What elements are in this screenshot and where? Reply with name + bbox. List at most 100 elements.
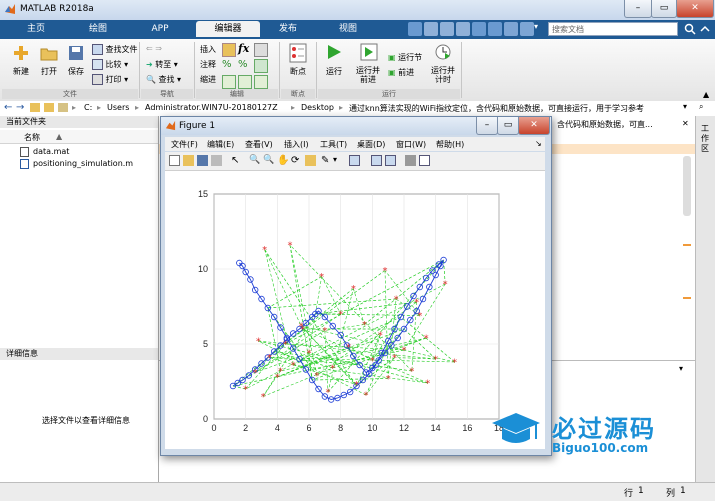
figure-title-bar[interactable]: Figure 1 – ▭ ✕ xyxy=(161,117,551,135)
insert-dropdown-icon[interactable] xyxy=(254,43,268,57)
find-files-button[interactable]: 查找文件 xyxy=(92,44,138,55)
expand-icon[interactable] xyxy=(699,23,711,35)
command-window-menu-icon[interactable]: ▾ xyxy=(679,364,683,373)
undo-quick-icon[interactable] xyxy=(472,22,486,36)
editor-scrollbar[interactable] xyxy=(683,156,691,216)
menu-file[interactable]: 文件(F) xyxy=(171,139,198,150)
run-button[interactable]: 运行 xyxy=(316,66,352,77)
rotate-3d-icon[interactable]: ⟳ xyxy=(291,155,302,166)
editor-tab-title[interactable]: ，含代码和原始数据，可直... xyxy=(549,119,653,130)
zoom-out-icon[interactable]: 🔍 xyxy=(263,155,274,166)
compare-button[interactable]: 比较 ▾ xyxy=(92,59,128,70)
insert-function-icon[interactable]: fx xyxy=(238,42,249,55)
file-item[interactable]: data.mat xyxy=(33,147,69,156)
comment-button[interactable]: 注释 xyxy=(200,59,216,70)
insert-button[interactable]: 插入 xyxy=(200,44,216,55)
advance-button[interactable]: ▣ 前进 xyxy=(388,67,414,78)
folder-up-icon[interactable] xyxy=(30,103,40,112)
figure-minimize-button[interactable]: – xyxy=(476,117,498,135)
path-segment-drive[interactable]: C: xyxy=(84,103,92,112)
forward-icon[interactable]: → xyxy=(16,102,24,113)
decrease-indent-icon[interactable] xyxy=(254,75,268,89)
help-quick-icon[interactable] xyxy=(520,22,534,36)
tab-plots[interactable]: 绘图 xyxy=(76,21,120,37)
increase-indent-icon[interactable] xyxy=(238,75,252,89)
print-button[interactable]: 打印 ▾ xyxy=(92,74,128,85)
insert-section-icon[interactable] xyxy=(222,43,236,57)
comment-percent-icon[interactable]: % xyxy=(222,59,232,70)
menu-insert[interactable]: 插入(I) xyxy=(284,139,309,150)
redo-quick-icon[interactable] xyxy=(488,22,502,36)
back-forward-icons[interactable]: ⇐ ⇒ xyxy=(146,44,162,53)
search-input[interactable]: 搜索文档 xyxy=(548,22,678,36)
search-icon[interactable] xyxy=(684,23,696,35)
zoom-in-icon[interactable]: 🔍 xyxy=(249,155,260,166)
copy-quick-icon[interactable] xyxy=(440,22,454,36)
pan-hand-icon[interactable]: ✋ xyxy=(277,155,289,166)
customize-dropdown-icon[interactable]: ▾ xyxy=(534,22,544,36)
goto-button[interactable]: ➜ 转至 ▾ xyxy=(146,59,178,70)
wrap-comment-icon[interactable] xyxy=(254,59,268,73)
open-file-icon[interactable] xyxy=(183,155,194,166)
hide-plot-tools-icon[interactable] xyxy=(405,155,416,166)
tab-home[interactable]: 主页 xyxy=(14,21,58,37)
data-cursor-icon[interactable] xyxy=(305,155,316,166)
legend-icon[interactable] xyxy=(385,155,396,166)
breakpoints-button[interactable]: 断点 xyxy=(280,66,316,77)
show-plot-tools-icon[interactable] xyxy=(419,155,430,166)
paste-quick-icon[interactable] xyxy=(456,22,470,36)
tab-view[interactable]: 视图 xyxy=(326,21,370,37)
tab-publish[interactable]: 发布 xyxy=(266,21,310,37)
warning-marker[interactable] xyxy=(683,297,691,299)
run-time-button[interactable]: 运行并 计时 xyxy=(425,66,461,84)
workspace-collapsed-strip[interactable]: 工作区 xyxy=(695,116,715,482)
path-segment-user[interactable]: Administrator.WIN7U-20180127Z xyxy=(145,103,278,112)
menu-dock-icon[interactable]: ↘ xyxy=(535,139,542,148)
tab-apps[interactable]: APP xyxy=(138,21,182,37)
print-figure-icon[interactable] xyxy=(211,155,222,166)
maximize-button[interactable]: ▭ xyxy=(651,0,677,18)
editor-tab-close-icon[interactable]: ✕ xyxy=(682,119,689,128)
save-quick-icon[interactable] xyxy=(408,22,422,36)
file-item[interactable]: positioning_simulation.m xyxy=(33,159,133,168)
name-column-header[interactable]: 名称 ▲ xyxy=(0,130,158,144)
smart-indent-icon[interactable] xyxy=(222,75,236,89)
colorbar-icon[interactable] xyxy=(371,155,382,166)
uncomment-percent-icon[interactable]: % xyxy=(238,59,248,70)
close-button[interactable]: ✕ xyxy=(676,0,714,18)
brush-dropdown-icon[interactable]: ▾ xyxy=(333,155,344,166)
path-segment-project[interactable]: 通过knn算法实现的WiFi指纹定位，含代码和原始数据，可直接运行，用于学习参考 xyxy=(349,103,644,114)
path-segment-desktop[interactable]: Desktop xyxy=(301,103,334,112)
browse-folder-icon[interactable] xyxy=(44,103,54,112)
menu-edit[interactable]: 编辑(E) xyxy=(207,139,234,150)
select-arrow-icon[interactable]: ↖ xyxy=(231,155,242,166)
menu-desktop[interactable]: 桌面(D) xyxy=(357,139,385,150)
switch-windows-icon[interactable] xyxy=(504,22,518,36)
find-button[interactable]: 🔍 查找 ▾ xyxy=(146,74,181,85)
warning-marker[interactable] xyxy=(683,244,691,246)
run-advance-button[interactable]: 运行并 前进 xyxy=(350,66,386,84)
menu-help[interactable]: 帮助(H) xyxy=(436,139,464,150)
save-button[interactable]: 保存 xyxy=(58,66,94,77)
link-plot-icon[interactable] xyxy=(349,155,360,166)
back-icon[interactable]: ← xyxy=(4,102,12,113)
run-section-button[interactable]: ▣ 运行节 xyxy=(388,52,422,63)
new-figure-icon[interactable] xyxy=(169,155,180,166)
figure-maximize-button[interactable]: ▭ xyxy=(497,117,519,135)
figure-close-button[interactable]: ✕ xyxy=(518,117,550,135)
search-folder-icon[interactable]: ⌕ xyxy=(699,102,703,112)
cut-quick-icon[interactable] xyxy=(424,22,438,36)
path-dropdown-icon[interactable]: ▾ xyxy=(683,102,687,111)
menu-view[interactable]: 查看(V) xyxy=(245,139,273,150)
indent-button[interactable]: 缩进 xyxy=(200,74,216,85)
tab-editor[interactable]: 编辑器 xyxy=(196,21,260,37)
minimize-button[interactable]: – xyxy=(624,0,652,18)
menu-window[interactable]: 窗口(W) xyxy=(396,139,426,150)
figure-logo-icon xyxy=(165,120,176,131)
path-segment-users[interactable]: Users xyxy=(107,103,129,112)
menu-tools[interactable]: 工具(T) xyxy=(320,139,347,150)
collapse-ribbon-icon[interactable]: ▲ xyxy=(703,90,709,99)
save-figure-icon[interactable] xyxy=(197,155,208,166)
scatter-plot[interactable]: 0 2 4 6 8 10 12 14 16 18051015*******************… xyxy=(165,171,545,449)
brush-icon[interactable]: ✎ xyxy=(321,155,332,166)
